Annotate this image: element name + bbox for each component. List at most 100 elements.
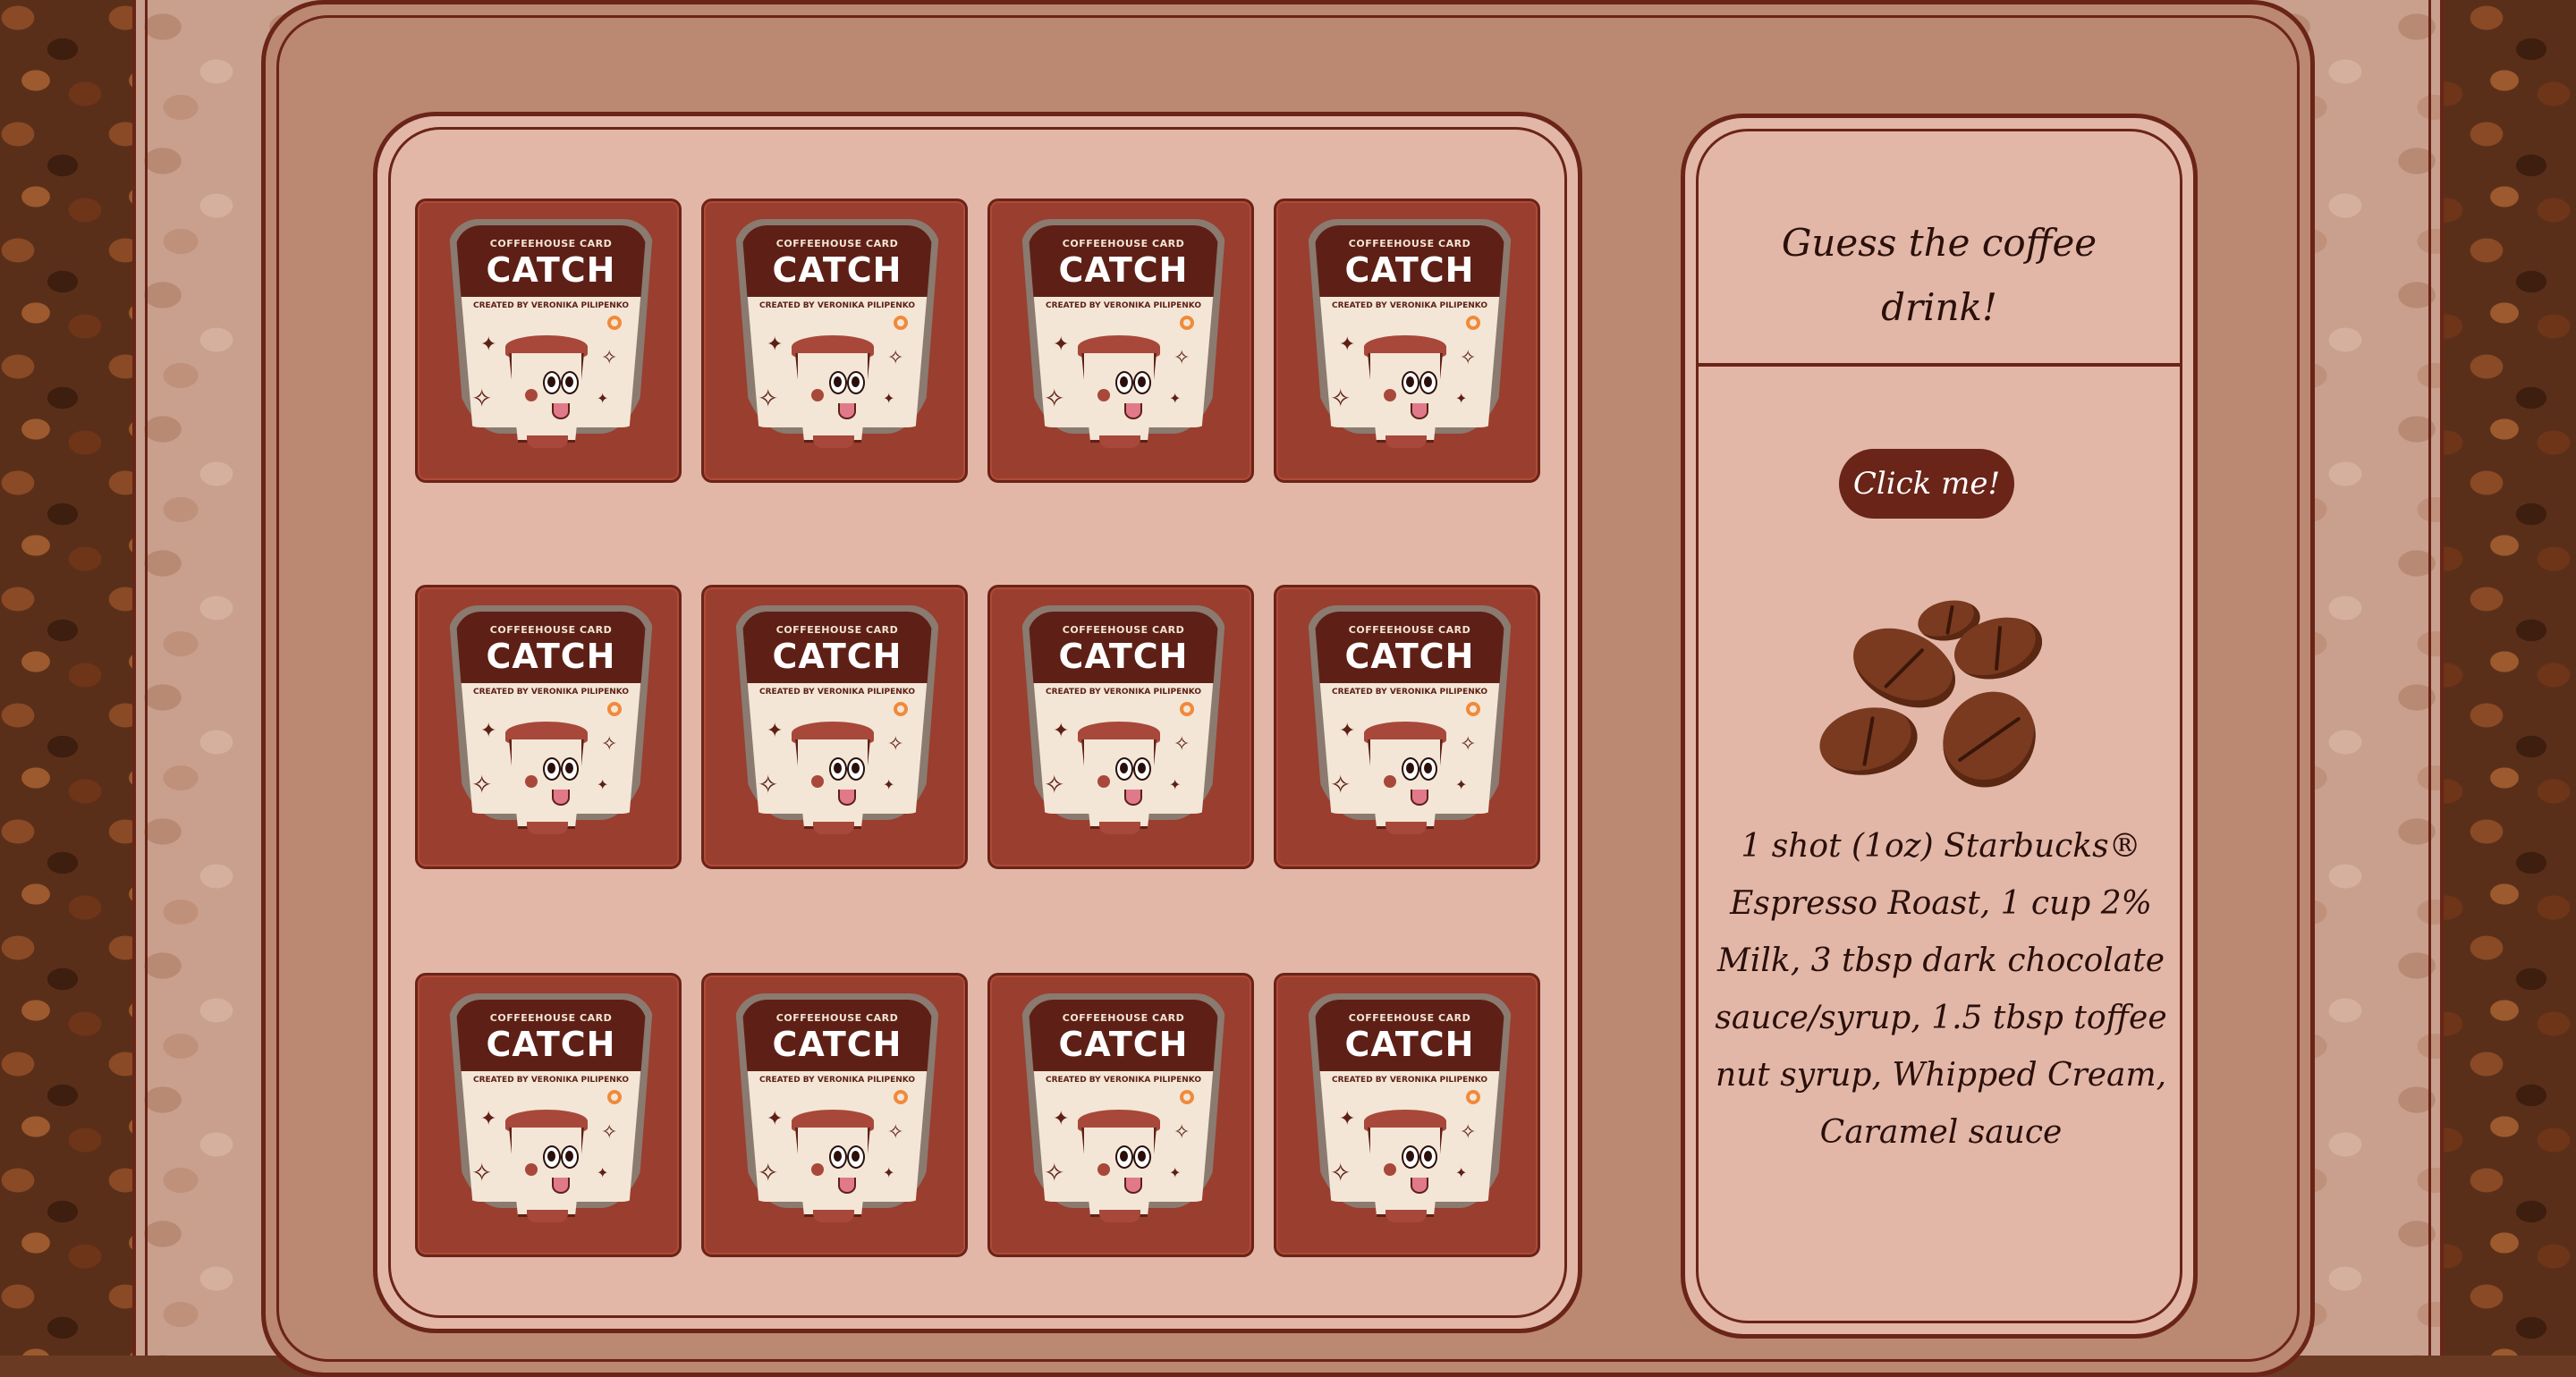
cup-sleeve (1099, 435, 1140, 448)
memory-card[interactable]: COFFEEHOUSE CARD CATCH CREATED BY VERONI… (987, 585, 1254, 869)
card-badge-header: COFFEEHOUSE CARD CATCH (455, 1000, 647, 1071)
card-credit: CREATED BY VERONIKA PILIPENKO (758, 688, 916, 697)
cup-eye (847, 757, 865, 781)
sparkle-icon: ✦ (1339, 334, 1356, 356)
card-title: CATCH (772, 637, 902, 676)
card-title: CATCH (1344, 1025, 1475, 1064)
cup-tongue (838, 790, 856, 806)
cup-tongue (552, 403, 570, 419)
cup-sleeve (527, 822, 568, 834)
card-title: CATCH (1058, 250, 1189, 290)
sparkle-icon: ✦ (597, 1164, 609, 1181)
cup-cheek (811, 1163, 824, 1176)
card-top-label: COFFEEHOUSE CARD (489, 624, 613, 636)
sparkle-icon: ✦ (480, 720, 497, 742)
click-me-button[interactable]: Click me! (1839, 449, 2014, 519)
card-badge-header: COFFEEHOUSE CARD CATCH (455, 612, 647, 683)
cup-eye (847, 1145, 865, 1169)
sparkle-icon: ✧ (1460, 347, 1477, 369)
sparkle-icon: ✦ (1169, 776, 1182, 793)
coffee-cup-mascot-icon (1081, 739, 1157, 829)
card-credit: CREATED BY VERONIKA PILIPENKO (1045, 1076, 1202, 1085)
sparkle-icon: ✦ (767, 720, 784, 742)
sparkle-icon: ✧ (758, 384, 779, 413)
coffee-beans-icon (1814, 592, 2061, 806)
cup-eye (847, 371, 865, 394)
cup-tongue (1124, 790, 1142, 806)
card-credit: CREATED BY VERONIKA PILIPENKO (472, 301, 630, 310)
sparkle-icon: ✦ (1053, 720, 1070, 742)
orange-ring-icon (1180, 1090, 1194, 1104)
memory-card[interactable]: COFFEEHOUSE CARD CATCH CREATED BY VERONI… (987, 199, 1254, 483)
sparkle-icon: ✧ (1460, 733, 1477, 756)
coffee-cup-mascot-icon (1368, 1128, 1443, 1217)
memory-card[interactable]: COFFEEHOUSE CARD CATCH CREATED BY VERONI… (1274, 585, 1540, 869)
orange-ring-icon (894, 316, 908, 330)
sparkle-icon: ✦ (1455, 390, 1468, 407)
cup-tongue (552, 1178, 570, 1194)
memory-card[interactable]: COFFEEHOUSE CARD CATCH CREATED BY VERONI… (701, 973, 968, 1257)
cup-cheek (1384, 1163, 1396, 1176)
memory-card[interactable]: COFFEEHOUSE CARD CATCH CREATED BY VERONI… (415, 585, 682, 869)
cup-eye (1419, 757, 1437, 781)
orange-ring-icon (1466, 316, 1480, 330)
memory-card[interactable]: COFFEEHOUSE CARD CATCH CREATED BY VERONI… (701, 199, 968, 483)
card-top-label: COFFEEHOUSE CARD (1348, 238, 1471, 249)
cup-eye (561, 371, 579, 394)
panel-divider (1699, 363, 2180, 367)
cup-eye (1115, 1145, 1133, 1169)
cup-tongue (838, 403, 856, 419)
memory-card[interactable]: COFFEEHOUSE CARD CATCH CREATED BY VERONI… (415, 973, 682, 1257)
sparkle-icon: ✦ (480, 334, 497, 356)
memory-card[interactable]: COFFEEHOUSE CARD CATCH CREATED BY VERONI… (701, 585, 968, 869)
cup-cheek (525, 389, 538, 401)
card-badge-header: COFFEEHOUSE CARD CATCH (741, 1000, 933, 1071)
cup-eye (543, 757, 561, 781)
card-credit: CREATED BY VERONIKA PILIPENKO (472, 688, 630, 697)
cup-sleeve (527, 435, 568, 448)
card-top-label: COFFEEHOUSE CARD (1062, 238, 1185, 249)
memory-card[interactable]: COFFEEHOUSE CARD CATCH CREATED BY VERONI… (1274, 199, 1540, 483)
cup-eye (829, 371, 847, 394)
sparkle-icon: ✧ (887, 733, 904, 756)
cup-sleeve (1099, 822, 1140, 834)
sparkle-icon: ✧ (471, 384, 493, 413)
cup-eye (1133, 757, 1151, 781)
orange-ring-icon (607, 1090, 622, 1104)
card-credit: CREATED BY VERONIKA PILIPENKO (1045, 301, 1202, 310)
cup-eye (829, 1145, 847, 1169)
card-title: CATCH (772, 250, 902, 290)
memory-card[interactable]: COFFEEHOUSE CARD CATCH CREATED BY VERONI… (1274, 973, 1540, 1257)
cup-eye (561, 1145, 579, 1169)
card-badge-header: COFFEEHOUSE CARD CATCH (741, 612, 933, 683)
cup-eye (543, 371, 561, 394)
sparkle-icon: ✧ (1174, 733, 1191, 756)
card-title: CATCH (1058, 1025, 1189, 1064)
card-credit: CREATED BY VERONIKA PILIPENKO (758, 1076, 916, 1085)
cup-eye (1402, 757, 1419, 781)
card-badge-header: COFFEEHOUSE CARD CATCH (1314, 225, 1505, 297)
sparkle-icon: ✧ (471, 1158, 493, 1187)
card-top-label: COFFEEHOUSE CARD (775, 238, 899, 249)
coffee-cup-mascot-icon (1081, 353, 1157, 443)
cup-eye (1133, 371, 1151, 394)
cup-eye (829, 757, 847, 781)
coffee-cup-mascot-icon (1368, 353, 1443, 443)
sparkle-icon: ✦ (1455, 776, 1468, 793)
sparkle-icon: ✧ (758, 770, 779, 799)
cup-sleeve (1385, 1210, 1427, 1222)
card-credit: CREATED BY VERONIKA PILIPENKO (758, 301, 916, 310)
cup-cheek (1384, 389, 1396, 401)
card-badge-header: COFFEEHOUSE CARD CATCH (1314, 612, 1505, 683)
orange-ring-icon (894, 1090, 908, 1104)
card-title: CATCH (486, 250, 616, 290)
memory-card[interactable]: COFFEEHOUSE CARD CATCH CREATED BY VERONI… (987, 973, 1254, 1257)
cup-tongue (1124, 403, 1142, 419)
memory-card[interactable]: COFFEEHOUSE CARD CATCH CREATED BY VERONI… (415, 199, 682, 483)
orange-ring-icon (1466, 702, 1480, 716)
cup-eye (543, 1145, 561, 1169)
cup-eye (1419, 1145, 1437, 1169)
orange-ring-icon (607, 316, 622, 330)
card-badge-header: COFFEEHOUSE CARD CATCH (741, 225, 933, 297)
sparkle-icon: ✦ (597, 390, 609, 407)
